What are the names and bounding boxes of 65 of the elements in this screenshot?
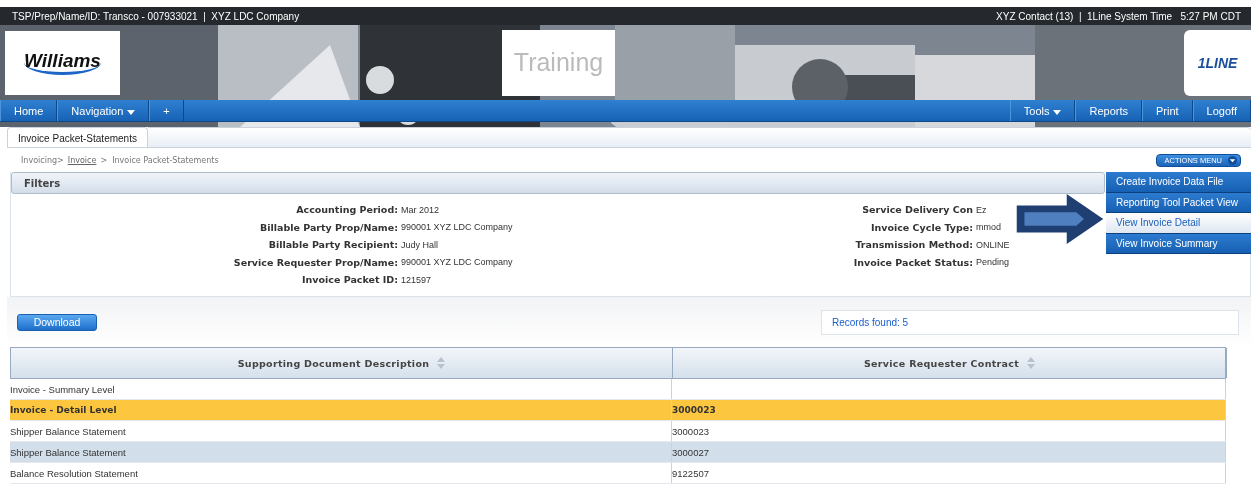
download-button[interactable]: Download (17, 313, 97, 331)
field-value: 990001 XYZ LDC Company (401, 257, 513, 268)
table-cell: 3000023 (672, 405, 716, 415)
menu-item[interactable]: Reporting Tool Packet View (1106, 192, 1251, 213)
table-cell: Shipper Balance Statement (10, 446, 126, 458)
table-row[interactable]: Balance Resolution Statement 9122507 (10, 463, 1226, 484)
nav-item[interactable]: Home (0, 100, 58, 121)
field-value: Pending (976, 257, 1010, 268)
sort-icon (1027, 357, 1036, 369)
caret-icon (1053, 110, 1062, 115)
records-count: Records found: 5 (832, 316, 909, 328)
table-cell: Invoice - Detail Level (10, 405, 117, 415)
column-header[interactable]: Service Requester Contract (673, 348, 1227, 378)
column-title: Service Requester Contract (863, 357, 1020, 369)
caret-icon (1228, 155, 1237, 165)
field-value: Mar 2012 (401, 204, 440, 215)
user-info: TSP/Prep/Name/ID: Transco - 007933021 | XYZ LDC Company (12, 10, 300, 22)
field-value: 121597 (401, 274, 432, 285)
table-cell: Balance Resolution Statement (10, 467, 138, 479)
field-label: Transmission Method: (854, 239, 974, 251)
environment-label: Training (513, 48, 604, 77)
field-label: Invoice Packet ID: (301, 274, 399, 286)
field-label: Invoice Cycle Type: (869, 221, 974, 233)
menu-item[interactable]: Create Invoice Data File (1106, 172, 1251, 193)
nav-item[interactable]: Print (1142, 100, 1193, 121)
filters-title: Filters (24, 177, 61, 189)
field-label: Service Delivery Con (861, 204, 974, 216)
table-cell: Invoice - Summary Level (10, 383, 115, 395)
tab[interactable]: Invoice Packet-Statements (7, 127, 148, 148)
field-value: Ez (976, 204, 987, 215)
field-label: Invoice Packet Status: (852, 256, 974, 268)
column-header[interactable]: Supporting Document Description (11, 348, 673, 378)
nav-item[interactable]: Navigation (57, 100, 150, 121)
nav-item[interactable]: + (149, 100, 184, 121)
brand-logo: 1LINE (1197, 54, 1238, 71)
sort-icon (437, 357, 446, 369)
field-value: mmod (976, 222, 1001, 233)
menu-item[interactable]: View Invoice Summary (1106, 233, 1251, 254)
company-logo: Williams (24, 50, 101, 75)
table-cell: Shipper Balance Statement (10, 425, 126, 437)
column-title: Supporting Document Description (237, 357, 430, 369)
breadcrumb-text: > Invoice Packet-Statements (100, 155, 219, 165)
table-row[interactable]: Invoice - Summary Level (10, 379, 1226, 400)
menu-item[interactable]: View Invoice Detail (1106, 213, 1251, 234)
table-cell: 9122507 (672, 467, 709, 479)
nav-item[interactable]: Logoff (1192, 100, 1251, 121)
field-label: Billable Party Recipient: (267, 239, 399, 251)
system-time: XYZ Contact (13) | 1Line System Time 5:27 PM CDT (996, 10, 1241, 22)
field-value: Judy Hall (401, 239, 438, 250)
table-row[interactable]: Invoice - Detail Level 3000023 (10, 400, 1226, 421)
table-row[interactable]: Shipper Balance Statement 3000027 (10, 442, 1226, 463)
table-row[interactable]: Shipper Balance Statement 3000023 (10, 421, 1226, 442)
field-value: 990001 XYZ LDC Company (401, 222, 513, 233)
table-cell: 3000023 (672, 425, 709, 437)
nav-item[interactable]: Tools (1009, 100, 1076, 121)
field-value: ONLINE (976, 239, 1010, 250)
arrow-icon (1016, 194, 1104, 244)
field-label: Billable Party Prop/Name: (258, 221, 399, 233)
caret-icon (127, 110, 136, 115)
field-label: Accounting Period: (295, 204, 399, 216)
breadcrumb-text: Invoicing> (21, 155, 64, 165)
breadcrumb-link[interactable]: Invoice (67, 155, 97, 165)
nav-item[interactable]: Reports (1075, 100, 1142, 121)
field-label: Service Requester Prop/Name: (232, 256, 399, 268)
table-cell: 3000027 (672, 446, 709, 458)
